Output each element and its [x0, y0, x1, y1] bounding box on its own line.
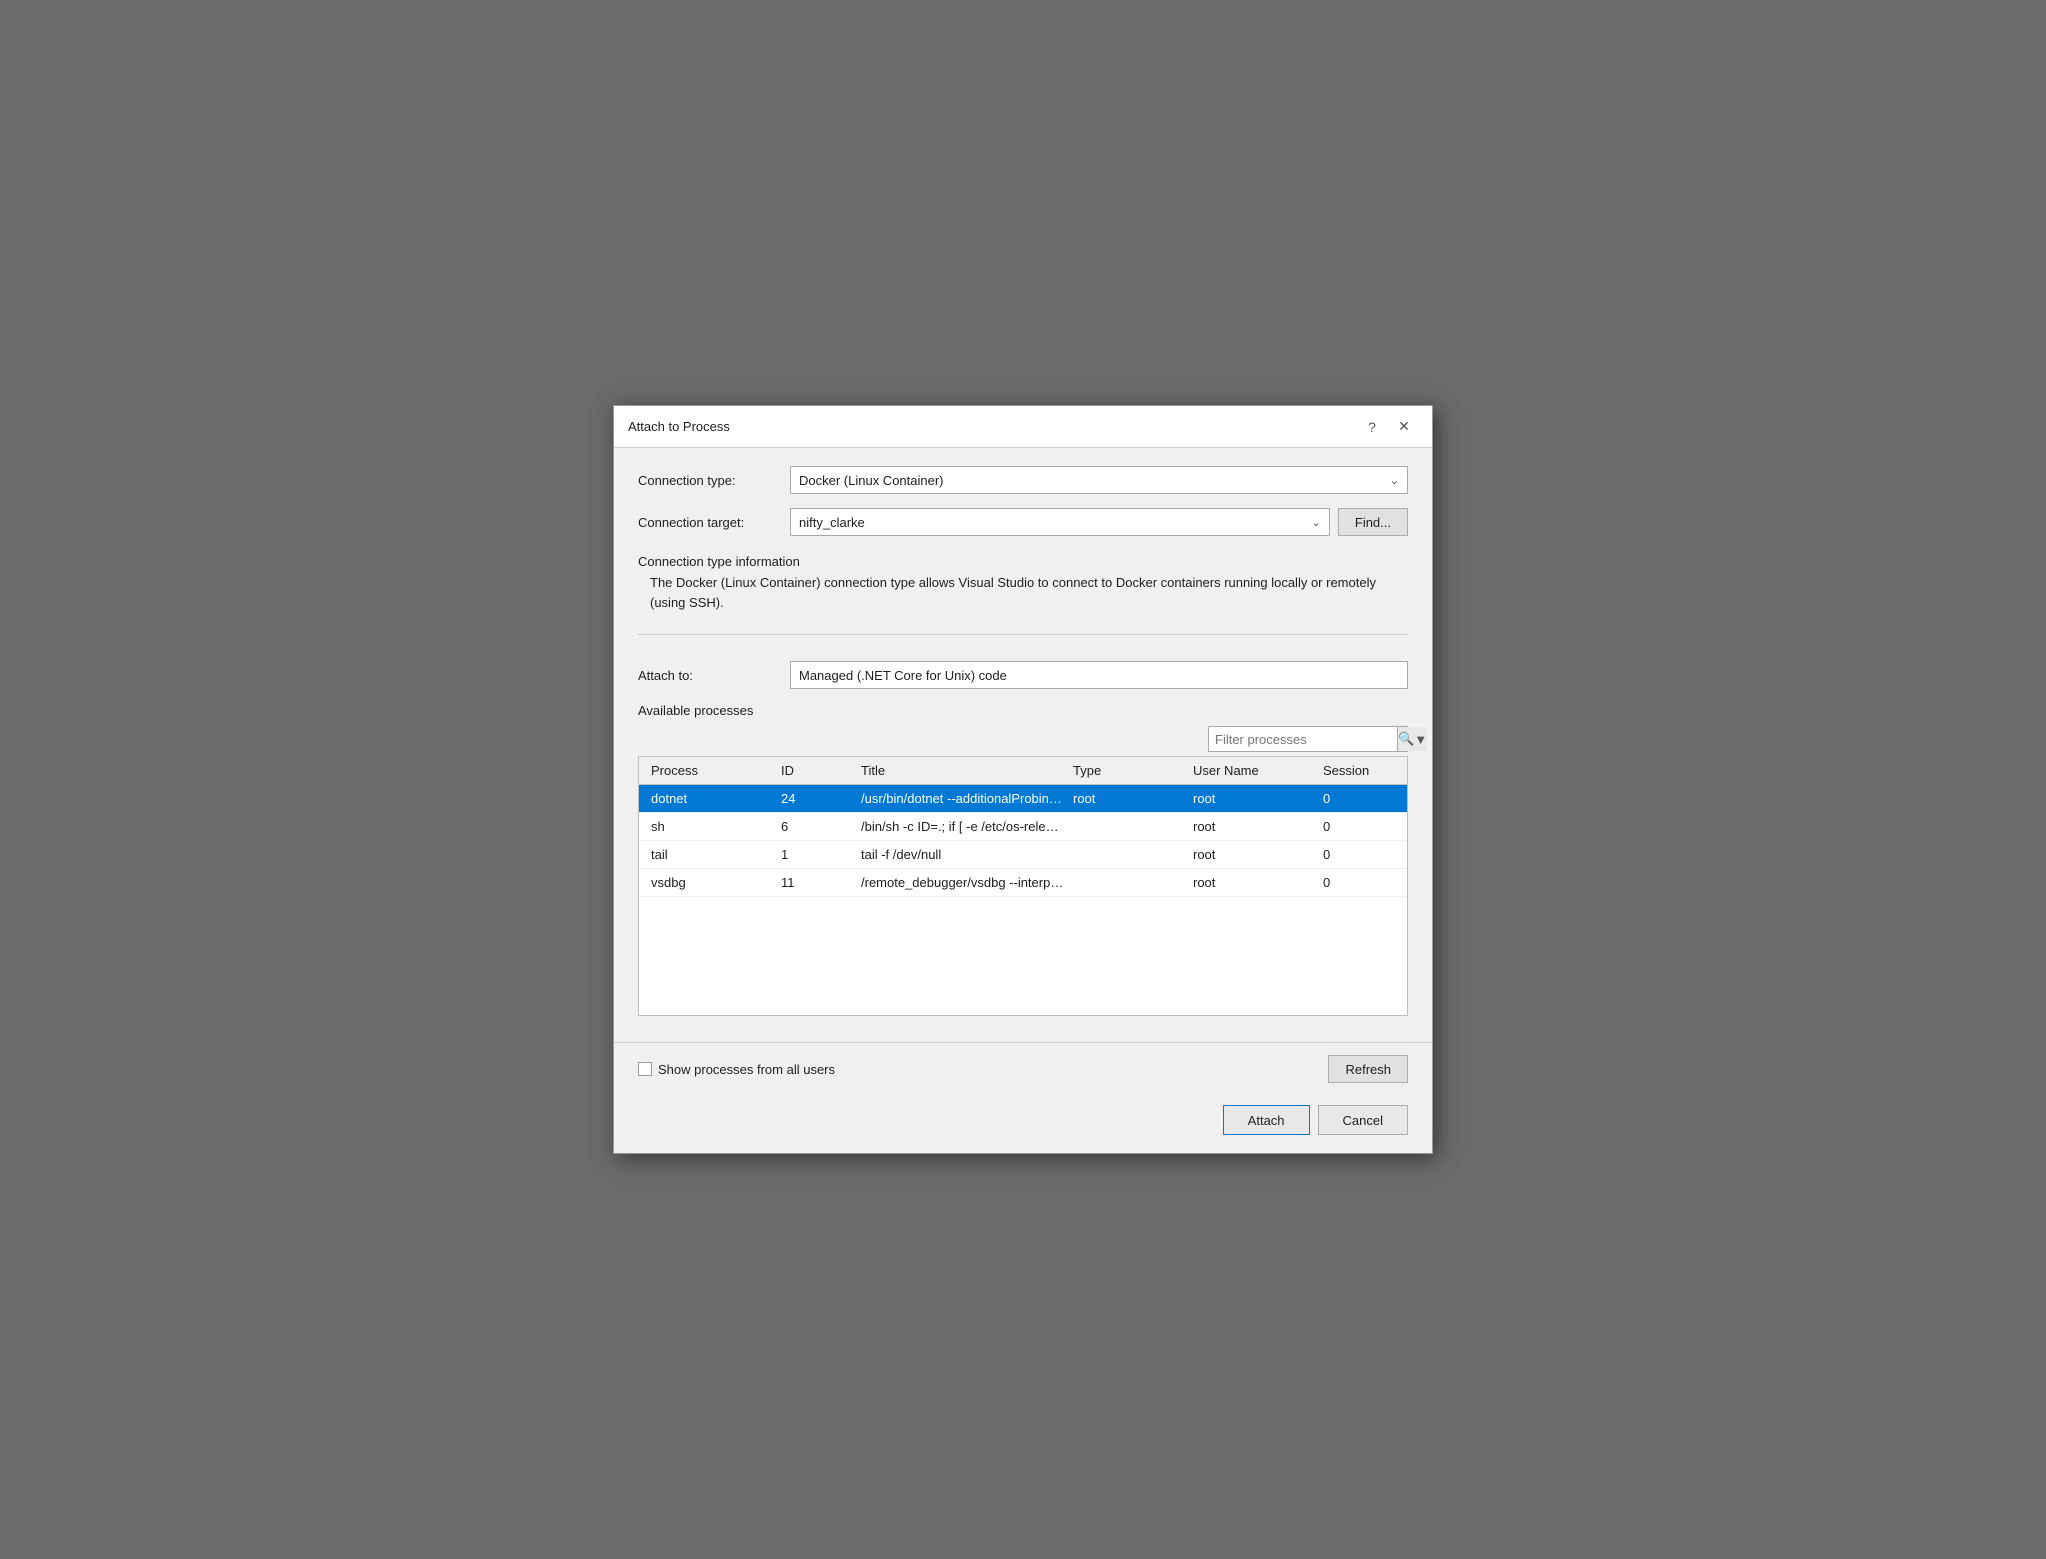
col-session: Session	[1319, 761, 1399, 780]
connection-type-value: Docker (Linux Container)	[799, 473, 944, 488]
col-type: Type	[1069, 761, 1189, 780]
filter-row: 🔍 ▼	[638, 726, 1408, 752]
col-id: ID	[777, 761, 857, 780]
filter-search-button[interactable]: 🔍	[1397, 727, 1414, 751]
title-bar: Attach to Process ? ✕	[614, 406, 1432, 448]
connection-target-label: Connection target:	[638, 515, 778, 530]
table-cell: root	[1189, 873, 1319, 892]
table-cell: /bin/sh -c ID=.; if [ -e /etc/os-release…	[857, 817, 1069, 836]
bottom-buttons: Refresh	[1328, 1055, 1408, 1083]
table-header: Process ID Title Type User Name Session	[639, 757, 1407, 785]
dialog-footer: Attach Cancel	[614, 1095, 1432, 1153]
table-cell	[1069, 845, 1189, 864]
connection-type-control-wrap: Docker (Linux Container) ⌄	[790, 466, 1408, 494]
title-bar-controls: ? ✕	[1358, 413, 1418, 441]
col-title: Title	[857, 761, 1069, 780]
attach-to-label: Attach to:	[638, 668, 778, 683]
attach-to-process-dialog: Attach to Process ? ✕ Connection type: D…	[613, 405, 1433, 1154]
show-all-users-label: Show processes from all users	[658, 1062, 835, 1077]
table-cell: tail	[647, 845, 777, 864]
table-body: dotnet24/usr/bin/dotnet --additionalProb…	[639, 785, 1407, 897]
table-cell: /remote_debugger/vsdbg --interpreter=vsc…	[857, 873, 1069, 892]
table-cell: 0	[1319, 817, 1399, 836]
cancel-button[interactable]: Cancel	[1318, 1105, 1408, 1135]
connection-target-control-wrap: nifty_clarke ⌄ Find...	[790, 508, 1408, 536]
connection-target-row: Connection target: nifty_clarke ⌄ Find..…	[638, 508, 1408, 536]
table-cell: tail -f /dev/null	[857, 845, 1069, 864]
filter-input-wrap: 🔍 ▼	[1208, 726, 1408, 752]
table-cell	[1069, 817, 1189, 836]
available-processes-label: Available processes	[638, 703, 1408, 718]
connection-info-text: The Docker (Linux Container) connection …	[638, 573, 1408, 612]
filter-processes-input[interactable]	[1209, 730, 1397, 749]
table-row[interactable]: vsdbg11/remote_debugger/vsdbg --interpre…	[639, 869, 1407, 897]
available-processes-section: Available processes 🔍 ▼ Process ID Title…	[638, 703, 1408, 1016]
table-cell: /usr/bin/dotnet --additionalProbingPath …	[857, 789, 1069, 808]
attach-to-value: Managed (.NET Core for Unix) code	[799, 668, 1007, 683]
attach-to-row: Attach to: Managed (.NET Core for Unix) …	[638, 661, 1408, 689]
refresh-button[interactable]: Refresh	[1328, 1055, 1408, 1083]
show-all-users-row: Show processes from all users	[638, 1062, 835, 1077]
dropdown-arrow-icon: ⌄	[1390, 474, 1399, 487]
table-row[interactable]: dotnet24/usr/bin/dotnet --additionalProb…	[639, 785, 1407, 813]
col-username: User Name	[1189, 761, 1319, 780]
table-cell: root	[1069, 789, 1189, 808]
attach-to-field[interactable]: Managed (.NET Core for Unix) code	[790, 661, 1408, 689]
table-cell: 1	[777, 845, 857, 864]
connection-info-label: Connection type information	[638, 554, 1408, 569]
table-cell: 0	[1319, 873, 1399, 892]
connection-type-label: Connection type:	[638, 473, 778, 488]
table-cell: dotnet	[647, 789, 777, 808]
divider-1	[638, 634, 1408, 635]
dialog-title: Attach to Process	[628, 419, 730, 434]
table-cell: 11	[777, 873, 857, 892]
table-row[interactable]: tail1tail -f /dev/null root0	[639, 841, 1407, 869]
table-cell: 24	[777, 789, 857, 808]
dialog-content: Connection type: Docker (Linux Container…	[614, 448, 1432, 1034]
help-button[interactable]: ?	[1358, 413, 1386, 441]
col-process: Process	[647, 761, 777, 780]
connection-info-section: Connection type information The Docker (…	[638, 550, 1408, 616]
connection-type-dropdown[interactable]: Docker (Linux Container) ⌄	[790, 466, 1408, 494]
filter-dropdown-button[interactable]: ▼	[1414, 727, 1427, 751]
attach-button[interactable]: Attach	[1223, 1105, 1310, 1135]
connection-target-value: nifty_clarke	[799, 515, 865, 530]
connection-target-dropdown[interactable]: nifty_clarke ⌄	[790, 508, 1330, 536]
show-all-users-checkbox[interactable]	[638, 1062, 652, 1076]
table-cell	[1069, 873, 1189, 892]
connection-type-row: Connection type: Docker (Linux Container…	[638, 466, 1408, 494]
table-cell: 0	[1319, 789, 1399, 808]
table-cell: 0	[1319, 845, 1399, 864]
connection-target-arrow-icon: ⌄	[1312, 516, 1321, 529]
close-button[interactable]: ✕	[1390, 413, 1418, 441]
table-cell: sh	[647, 817, 777, 836]
table-cell: 6	[777, 817, 857, 836]
bottom-section: Show processes from all users Refresh	[614, 1042, 1432, 1095]
table-cell: root	[1189, 817, 1319, 836]
process-table: Process ID Title Type User Name Session …	[638, 756, 1408, 1016]
table-cell: root	[1189, 845, 1319, 864]
find-button[interactable]: Find...	[1338, 508, 1408, 536]
table-cell: vsdbg	[647, 873, 777, 892]
table-row[interactable]: sh6/bin/sh -c ID=.; if [ -e /etc/os-rele…	[639, 813, 1407, 841]
table-cell: root	[1189, 789, 1319, 808]
